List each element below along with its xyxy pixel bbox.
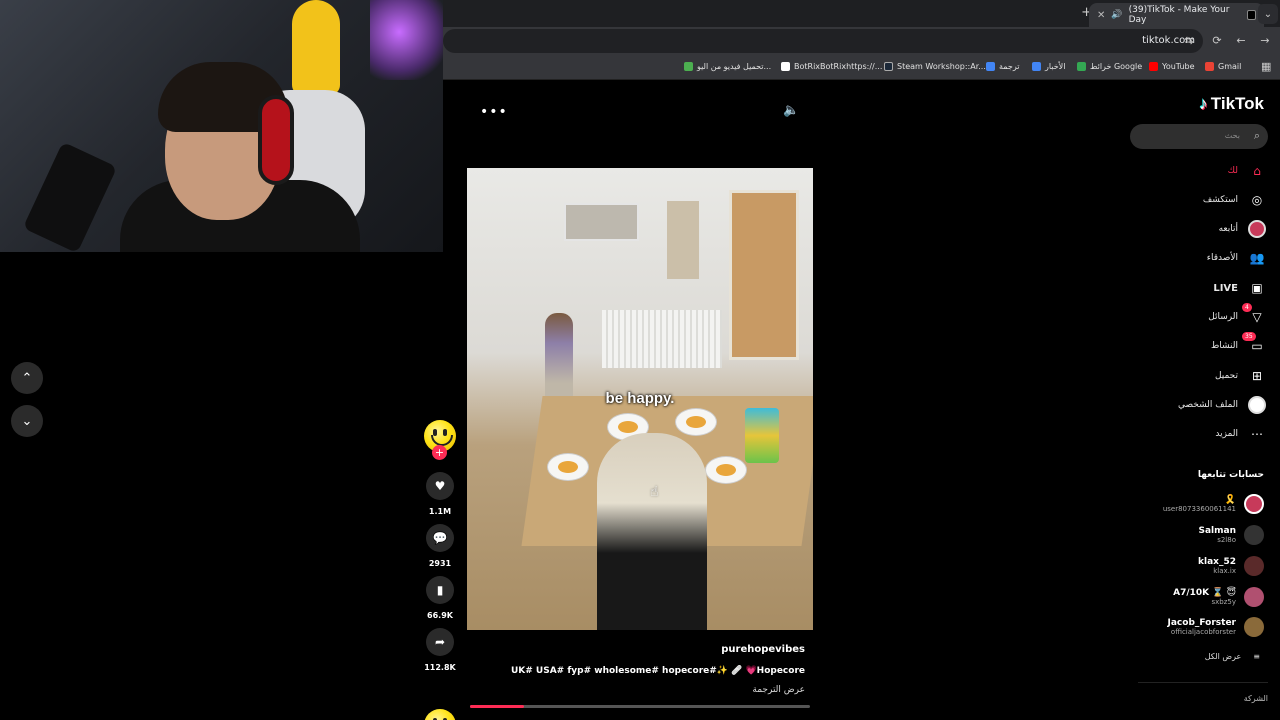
home-icon: ⌂ [1253, 164, 1261, 178]
see-all-button[interactable]: عرض الكل ≡ [1205, 652, 1260, 661]
comment-icon: 💬 [432, 531, 448, 545]
account-avatar [1244, 617, 1264, 637]
webcam-overlay [0, 0, 443, 252]
maps-icon [1077, 62, 1086, 71]
reload-icon[interactable]: ⟳ [1209, 32, 1225, 48]
botrix-icon [781, 62, 790, 71]
back-arrow-icon[interactable]: ← [1233, 32, 1249, 48]
chevron-up-icon: ⌃ [21, 370, 33, 386]
site-settings-icon[interactable]: ⇆ [1181, 32, 1197, 48]
nav-more[interactable]: المزيد ⋯ [1215, 424, 1266, 444]
nav-for-you[interactable]: لك ⌂ [1228, 161, 1266, 181]
volume-icon[interactable]: 🔈 [783, 103, 799, 118]
more-options-icon[interactable]: ••• [480, 104, 508, 120]
following-account[interactable]: klax_52 klax.ix [1198, 553, 1264, 579]
more-icon: ⋯ [1251, 427, 1263, 441]
like-button[interactable]: ♥ [426, 472, 454, 500]
account-avatar [1244, 525, 1264, 545]
translate-icon [986, 62, 995, 71]
heart-icon: ♥ [434, 479, 446, 493]
tiktok-logo[interactable]: ♪ TikTok [1199, 94, 1264, 114]
comment-button[interactable]: 💬 [426, 524, 454, 552]
activity-badge: 35 [1242, 332, 1256, 341]
like-count: 1.1M [428, 507, 452, 516]
video-progress-fill [470, 705, 525, 708]
profile-avatar-icon [1248, 396, 1266, 414]
save-button[interactable]: ▮ [426, 576, 454, 604]
video-author[interactable]: purehopevibes [467, 644, 805, 655]
bookmark-steam-workshop[interactable]: Steam Workshop::Ar... [884, 62, 986, 71]
share-count: 112.8K [424, 663, 456, 672]
search-icon[interactable]: ⌕ [1254, 129, 1260, 143]
forward-arrow-icon[interactable]: → [1257, 32, 1273, 48]
nav-friends[interactable]: الأصدقاء 👥 [1207, 248, 1266, 268]
bookmark-translate[interactable]: ترجمة [986, 62, 1020, 71]
music-disc[interactable] [424, 709, 456, 720]
chevron-down-icon: ⌄ [21, 413, 33, 429]
address-bar[interactable] [443, 29, 1203, 53]
browser-tab[interactable]: ✕ 🔊 (39)TikTok - Make Your Day [1089, 3, 1264, 27]
tiktok-favicon-icon [1246, 10, 1256, 20]
following-avatar-icon [1248, 220, 1266, 238]
bookmark-gmail[interactable]: Gmail [1205, 62, 1241, 71]
tab-audio-icon: 🔊 [1111, 10, 1123, 20]
following-accounts-title: حسابات تتابعها [1197, 470, 1264, 480]
mouse-cursor-icon: ☝ [650, 484, 659, 500]
activity-icon: ▭ 35 [1242, 332, 1266, 355]
steam-icon [884, 62, 893, 71]
following-account[interactable]: 🎗️ user8073360061141 [1163, 491, 1264, 517]
tab-title: (39)TikTok - Make Your Day [1128, 5, 1230, 25]
company-link[interactable]: الشركة [1244, 694, 1268, 703]
nav-following[interactable]: أتابعه [1219, 219, 1266, 239]
save-count: 66.9K [427, 611, 453, 620]
news-icon [1032, 62, 1041, 71]
following-account[interactable]: A7/10K ⌛ 😇 sxbz5y [1173, 584, 1264, 610]
compass-icon: ◎ [1251, 193, 1263, 207]
follow-plus-icon[interactable]: + [432, 445, 447, 460]
bookmark-botrix[interactable]: BotRixBotRixhttps://... [781, 62, 882, 71]
gmail-icon [1205, 62, 1214, 71]
live-icon: ▣ [1251, 281, 1263, 295]
share-button[interactable]: ➦ [426, 628, 454, 656]
account-avatar [1244, 556, 1264, 576]
share-arrow-icon: ➦ [434, 635, 446, 649]
friends-icon: 👥 [1249, 251, 1265, 265]
see-translation-link[interactable]: عرض الترجمة [467, 685, 805, 695]
video-caption-overlay: be happy. [605, 390, 675, 407]
search-input[interactable] [1130, 124, 1268, 149]
download-icon [684, 62, 693, 71]
list-icon: ≡ [1253, 652, 1260, 661]
youtube-icon [1149, 62, 1158, 71]
nav-activity[interactable]: النشاط ▭ 35 [1211, 332, 1266, 356]
sidebar-divider [1138, 682, 1268, 683]
next-video-button[interactable]: ⌄ [11, 405, 43, 437]
previous-video-button[interactable]: ⌃ [11, 362, 43, 394]
tiktok-note-icon: ♪ [1199, 94, 1208, 113]
upload-icon: ⊞ [1251, 369, 1263, 383]
comment-count: 2931 [428, 559, 452, 568]
bookmark-video-downloader[interactable]: تحميل فيديو من اليو... [684, 62, 771, 71]
nav-explore[interactable]: استكشف ◎ [1203, 190, 1266, 210]
search-placeholder: بحث [1224, 131, 1240, 140]
nav-upload[interactable]: تحميل ⊞ [1215, 366, 1266, 386]
bookmark-youtube[interactable]: YouTube [1149, 62, 1195, 71]
following-account[interactable]: Jacob_Forster officialjacobforster [1168, 614, 1264, 640]
messages-badge: 4 [1242, 303, 1252, 312]
tab-search-button[interactable]: ⌄ [1258, 4, 1278, 24]
following-account[interactable]: Salman s2l8o [1199, 522, 1264, 548]
account-avatar [1244, 494, 1264, 514]
bookmark-icon: ▮ [436, 583, 444, 597]
bookmark-google-maps[interactable]: خرائط Google [1077, 62, 1142, 71]
nav-live[interactable]: LIVE ▣ [1213, 278, 1266, 298]
tab-close-icon[interactable]: ✕ [1097, 10, 1105, 21]
nav-profile[interactable]: الملف الشخصي [1178, 395, 1266, 415]
account-avatar [1244, 587, 1264, 607]
nav-messages[interactable]: الرسائل ▽ 4 [1208, 303, 1266, 327]
messages-icon: ▽ 4 [1242, 303, 1266, 326]
apps-grid-icon[interactable]: ▦ [1261, 60, 1271, 73]
video-description: UK# USA# fyp# wholesome# hopecore#✨ 🩹 💗H… [510, 666, 805, 676]
bookmark-news[interactable]: الأخبار [1032, 62, 1065, 71]
